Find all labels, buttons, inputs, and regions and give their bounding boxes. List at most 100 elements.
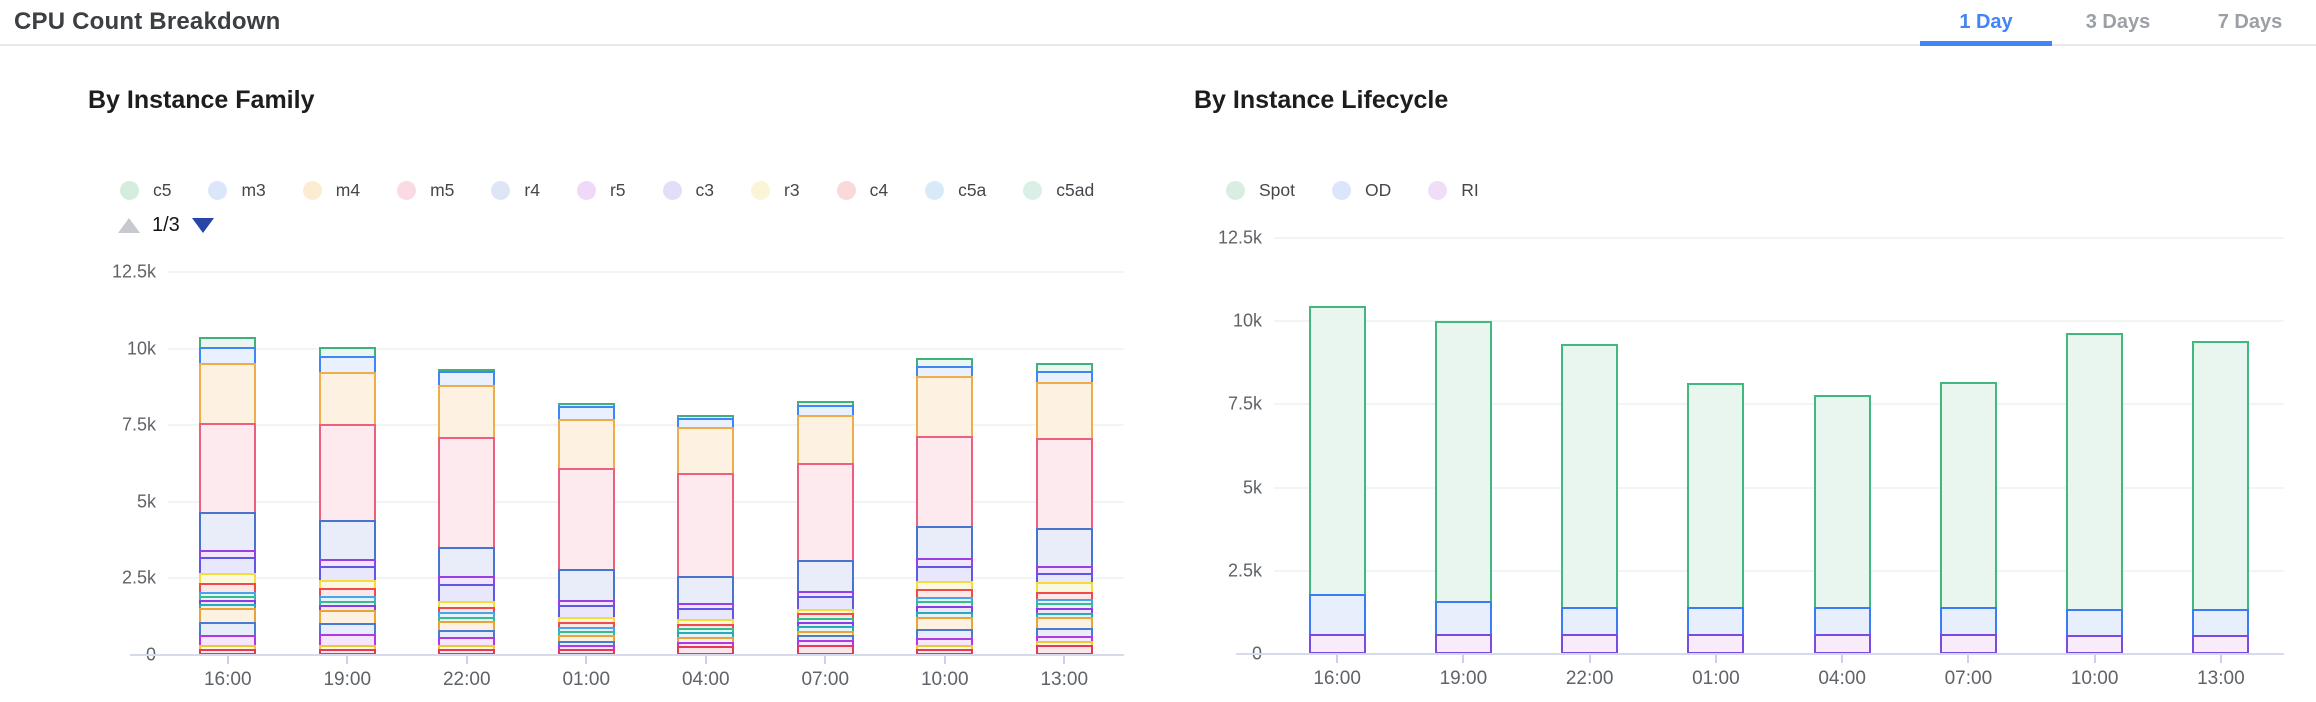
legend-pager: 1/3 [118,212,1148,238]
x-tick-13:00: 13:00 [1040,669,1088,691]
segment-m5-22:00[interactable] [438,437,495,548]
segment-OD-22:00[interactable] [1561,607,1618,635]
legend-item-OD[interactable]: OD [1332,180,1391,201]
segment-Spot-01:00[interactable] [1687,383,1744,610]
bar-13:00 [1036,272,1093,655]
segment-OD-04:00[interactable] [1814,607,1871,635]
legend-item-r3[interactable]: r3 [751,180,800,201]
segment-r4-22:00[interactable] [438,547,495,578]
y-tick-12.5k: 12.5k [1218,228,1262,249]
segment-Spot-07:00[interactable] [1940,382,1997,610]
segment-m5-07:00[interactable] [797,463,854,562]
segment-OD-07:00[interactable] [1940,607,1997,635]
segment-Spot-10:00[interactable] [2066,333,2123,611]
bar-16:00 [1309,238,1366,654]
legend-item-Spot[interactable]: Spot [1226,180,1295,201]
legend-item-m5[interactable]: m5 [397,180,454,201]
segment-OD-10:00[interactable] [2066,609,2123,637]
gridline-2.5k [168,577,1124,579]
segment-m4-22:00[interactable] [438,385,495,439]
x-axis-labels: 16:0019:0022:0001:0004:0007:0010:0013:00 [168,655,1124,699]
legend-item-m4[interactable]: m4 [303,180,360,201]
x-tick-04:00: 04:00 [682,669,730,691]
segment-RI-01:00[interactable] [1687,634,1744,654]
y-tick-7.5k: 7.5k [1228,394,1262,415]
legend-page-up-icon[interactable] [118,218,140,233]
tab-7-days[interactable]: 7 Days [2184,0,2316,44]
legend-item-m3[interactable]: m3 [208,180,265,201]
bar-22:00 [438,272,495,655]
plot-area-wrap: 16:0019:0022:0001:0004:0007:0010:0013:00 [168,272,1124,699]
instance-family-panel: By Instance Family c5 m3 m4 m5 r4 r5 c3 r3 c4 c5a… [0,46,1148,699]
segment-r4-16:00[interactable] [199,512,256,552]
segment-r4-07:00[interactable] [797,560,854,593]
segment-OD-16:00[interactable] [1309,594,1366,636]
legend-page-indicator: 1/3 [152,214,180,237]
bar-19:00 [319,272,376,655]
segment-OD-13:00[interactable] [2192,609,2249,637]
segment-m4-16:00[interactable] [199,363,256,425]
legend-item-c4[interactable]: c4 [837,180,888,201]
segment-m4-04:00[interactable] [677,427,734,475]
panel-header: CPU Count Breakdown 1 Day 3 Days 7 Days [0,0,2316,46]
x-tick-13:00: 13:00 [2197,668,2245,690]
chart-title-instance-family: By Instance Family [88,86,1148,116]
segment-Spot-22:00[interactable] [1561,344,1618,609]
segment-RI-04:00[interactable] [1814,634,1871,654]
segment-m4-13:00[interactable] [1036,382,1093,440]
instance-lifecycle-chart: 12.5k10k7.5k5k2.5k0 16:0019:0022:0001:00… [1194,238,2316,698]
segment-Spot-19:00[interactable] [1435,321,1492,603]
legend-label: r4 [524,180,540,201]
legend-dot-c5 [120,181,139,200]
legend-label: Spot [1259,180,1295,201]
tab-3-days[interactable]: 3 Days [2052,0,2184,44]
legend-item-r4[interactable]: r4 [491,180,540,201]
legend-item-r5[interactable]: r5 [577,180,626,201]
segment-r4-01:00[interactable] [558,569,615,602]
segment-m4-19:00[interactable] [319,372,376,426]
bar-07:00 [1940,238,1997,654]
segment-RI-13:00[interactable] [2192,635,2249,654]
segment-RI-07:00[interactable] [1940,634,1997,654]
segment-RI-19:00[interactable] [1435,634,1492,654]
segment-r4-19:00[interactable] [319,520,376,561]
legend-item-c3[interactable]: c3 [663,180,714,201]
segment-RI-10:00[interactable] [2066,635,2123,654]
legend-item-c5ad[interactable]: c5ad [1023,180,1094,201]
segment-m5-16:00[interactable] [199,423,256,513]
segment-m5-13:00[interactable] [1036,438,1093,530]
segment-m5-19:00[interactable] [319,424,376,522]
segment-m4-01:00[interactable] [558,419,615,470]
segment-Spot-04:00[interactable] [1814,395,1871,610]
legend-item-RI[interactable]: RI [1428,180,1479,201]
segment-OD-19:00[interactable] [1435,601,1492,635]
segment-r4-04:00[interactable] [677,576,734,606]
segment-m5-01:00[interactable] [558,468,615,571]
segment-m5-04:00[interactable] [677,473,734,577]
x-tick-19:00: 19:00 [1440,668,1488,690]
segment-m4-10:00[interactable] [916,376,973,438]
y-tick-10k: 10k [1233,311,1262,332]
bar-13:00 [2192,238,2249,654]
x-axis-line [1236,653,2284,655]
segment-Spot-16:00[interactable] [1309,306,1366,596]
bar-07:00 [797,272,854,655]
gridline-10k [1274,320,2284,322]
x-tick-10:00: 10:00 [2071,668,2119,690]
segment-OD-01:00[interactable] [1687,607,1744,635]
segment-Spot-13:00[interactable] [2192,341,2249,611]
segment-RI-16:00[interactable] [1309,634,1366,654]
legend-page-down-icon[interactable] [192,218,214,233]
tab-1-day[interactable]: 1 Day [1920,0,2052,44]
instance-lifecycle-panel: By Instance Lifecycle Spot OD RI 12.5k 10k 7… [1148,46,2316,699]
segment-m4-07:00[interactable] [797,415,854,466]
segment-r4-13:00[interactable] [1036,528,1093,568]
segment-r4-10:00[interactable] [916,526,973,560]
legend-dot-c3 [663,181,682,200]
segment-RI-22:00[interactable] [1561,634,1618,654]
legend-item-c5a[interactable]: c5a [925,180,986,201]
chart-title-instance-lifecycle: By Instance Lifecycle [1194,86,2316,116]
legend-dot-r4 [491,181,510,200]
segment-m5-10:00[interactable] [916,436,973,528]
legend-item-c5[interactable]: c5 [120,180,171,201]
